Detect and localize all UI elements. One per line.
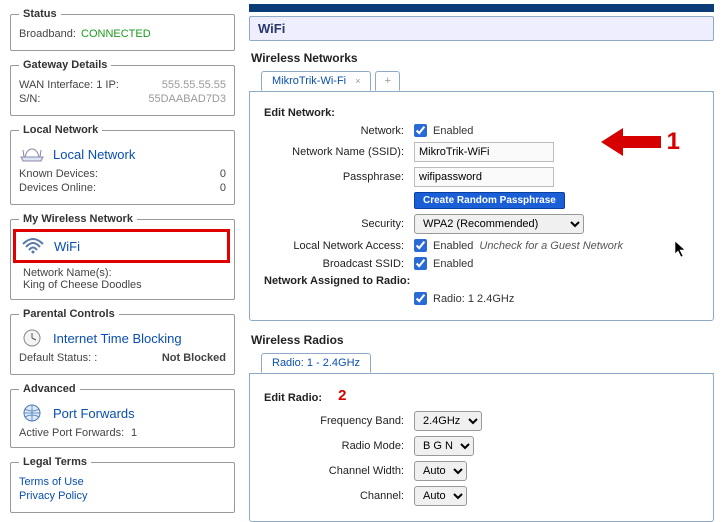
security-select[interactable]: WPA2 (Recommended)	[414, 214, 584, 234]
lna-hint: Uncheck for a Guest Network	[479, 240, 623, 252]
wireless-radios-heading: Wireless Radios	[251, 333, 712, 347]
parental-legend: Parental Controls	[19, 308, 119, 320]
channel-select[interactable]: Auto	[414, 486, 467, 506]
wifi-title: WiFi	[54, 239, 80, 254]
lna-checkbox[interactable]	[414, 239, 427, 252]
devices-online-value: 0	[220, 182, 226, 194]
radio-tabbar: Radio: 1 - 2.4GHz	[249, 353, 714, 374]
terms-link[interactable]: Terms of Use	[19, 476, 226, 488]
wan-value: 555.55.55.55	[162, 79, 226, 91]
cursor-icon	[674, 240, 688, 261]
local-network-title: Local Network	[53, 147, 135, 162]
broadcast-checkbox[interactable]	[414, 257, 427, 270]
freq-label: Frequency Band:	[264, 415, 414, 427]
tab-network-1-label: MikroTrik-Wi-Fi	[272, 75, 346, 87]
passphrase-label: Passphrase:	[264, 171, 414, 183]
advanced-legend: Advanced	[19, 383, 80, 395]
security-label: Security:	[264, 218, 414, 230]
status-legend: Status	[19, 8, 61, 20]
broadcast-label: Broadcast SSID:	[264, 258, 414, 270]
channel-label: Channel:	[264, 490, 414, 502]
lna-label: Local Network Access:	[264, 240, 414, 252]
default-status-value: Not Blocked	[162, 352, 226, 364]
wan-label: WAN Interface: 1 IP:	[19, 79, 119, 91]
local-network-panel: Local Network Local Network Known Device…	[10, 124, 235, 205]
freq-select[interactable]: 2.4GHz	[414, 411, 482, 431]
annotation-2: 2	[338, 387, 346, 404]
privacy-link[interactable]: Privacy Policy	[19, 490, 226, 502]
network-label: Network:	[264, 125, 414, 137]
legal-panel: Legal Terms Terms of Use Privacy Policy	[10, 456, 235, 513]
wireless-panel: My Wireless Network WiFi Network Name(s)…	[10, 213, 235, 300]
tab-network-1[interactable]: MikroTrik-Wi-Fi ×	[261, 71, 371, 91]
wifi-link[interactable]: WiFi	[20, 234, 223, 258]
active-forwards-value: 1	[131, 427, 226, 439]
local-network-legend: Local Network	[19, 124, 102, 136]
network-names-label: Network Name(s):	[23, 267, 226, 279]
port-forwards-link[interactable]: Port Forwards	[19, 401, 226, 425]
edit-network-heading: Edit Network:	[264, 107, 345, 119]
random-passphrase-button[interactable]: Create Random Passphrase	[414, 192, 565, 209]
gateway-panel: Gateway Details WAN Interface: 1 IP: 555…	[10, 59, 235, 116]
wireless-legend: My Wireless Network	[19, 213, 137, 225]
page-title: WiFi	[249, 16, 714, 41]
gateway-legend: Gateway Details	[19, 59, 111, 71]
port-forwards-title: Port Forwards	[53, 406, 135, 421]
annotation-1: 1	[667, 128, 680, 156]
time-blocking-title: Internet Time Blocking	[53, 331, 182, 346]
width-label: Channel Width:	[264, 465, 414, 477]
legal-legend: Legal Terms	[19, 456, 91, 468]
broadband-value: CONNECTED	[81, 28, 151, 40]
clock-icon	[19, 328, 45, 348]
known-devices-label: Known Devices:	[19, 168, 98, 180]
radio-assign-text: Radio: 1 2.4GHz	[433, 293, 514, 305]
local-network-link[interactable]: Local Network	[19, 142, 226, 166]
annotation-arrow-1: 1	[601, 124, 680, 160]
status-panel: Status Broadband: CONNECTED	[10, 8, 235, 51]
network-enabled-checkbox[interactable]	[414, 124, 427, 137]
mode-select[interactable]: B G N	[414, 436, 474, 456]
default-status-label: Default Status: :	[19, 352, 97, 364]
devices-online-label: Devices Online:	[19, 182, 96, 194]
network-enabled-text: Enabled	[433, 125, 473, 137]
width-select[interactable]: Auto	[414, 461, 467, 481]
tab-radio-1[interactable]: Radio: 1 - 2.4GHz	[261, 353, 371, 373]
network-tabbar: MikroTrik-Wi-Fi × +	[249, 71, 714, 92]
assigned-heading: Network Assigned to Radio:	[264, 275, 420, 287]
broadband-label: Broadband:	[19, 28, 76, 40]
broadcast-enabled-text: Enabled	[433, 258, 473, 270]
edit-radio-heading: Edit Radio:	[264, 392, 332, 404]
tab-close-icon[interactable]: ×	[355, 76, 360, 86]
sn-label: S/N:	[19, 93, 40, 105]
wireless-networks-heading: Wireless Networks	[251, 51, 712, 65]
time-blocking-link[interactable]: Internet Time Blocking	[19, 326, 226, 350]
edit-radio-box: Edit Radio: 2 Frequency Band: 2.4GHz Rad…	[249, 373, 714, 522]
wifi-icon	[20, 236, 46, 256]
tab-add-network[interactable]: +	[375, 71, 399, 91]
passphrase-input[interactable]	[414, 167, 554, 187]
sn-value: 55DAABAD7D3	[148, 93, 226, 105]
active-forwards-label: Active Port Forwards:	[19, 427, 124, 439]
mode-label: Radio Mode:	[264, 440, 414, 452]
parental-panel: Parental Controls Internet Time Blocking…	[10, 308, 235, 375]
router-icon	[19, 144, 45, 164]
radio-assign-checkbox[interactable]	[414, 292, 427, 305]
tab-radio-1-label: Radio: 1 - 2.4GHz	[272, 357, 360, 369]
known-devices-value: 0	[220, 168, 226, 180]
network-names-value: King of Cheese Doodles	[23, 279, 226, 291]
ssid-input[interactable]	[414, 142, 554, 162]
lna-enabled-text: Enabled	[433, 240, 473, 252]
advanced-panel: Advanced Port Forwards Active Port Forwa…	[10, 383, 235, 448]
top-bar	[249, 4, 714, 12]
wifi-highlight-box: WiFi	[13, 229, 230, 263]
globe-icon	[19, 403, 45, 423]
ssid-label: Network Name (SSID):	[264, 146, 414, 158]
